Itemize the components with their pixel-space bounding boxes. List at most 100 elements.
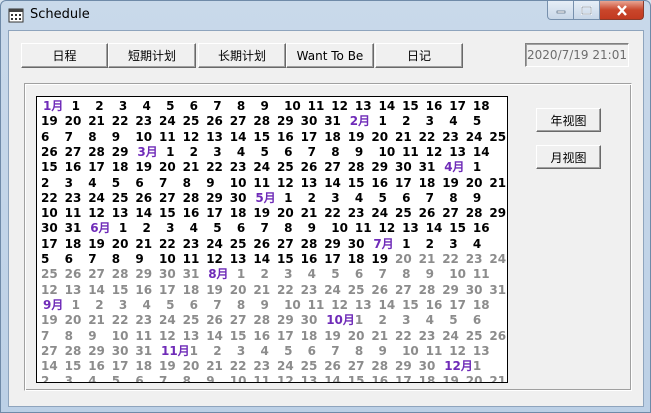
day-cell[interactable]: 26 [253,237,277,252]
year-view-button[interactable]: 年视图 [536,108,601,132]
day-cell[interactable]: 17 [449,298,473,313]
day-cell[interactable]: 9 [260,298,284,313]
day-cell[interactable]: 3 [284,267,308,282]
day-cell[interactable]: 11 [308,99,332,114]
day-cell[interactable]: 26 [419,206,443,221]
day-cell[interactable]: 10 [159,252,183,267]
day-cell[interactable]: 28 [371,359,395,374]
day-cell[interactable]: 12 [41,283,65,298]
day-cell[interactable]: 2 [378,313,402,328]
day-cell[interactable]: 8 [402,267,426,282]
tab-short-term-plan[interactable]: 短期计划 [108,43,196,68]
day-cell[interactable]: 25 [183,313,207,328]
day-cell[interactable]: 11 [355,221,379,236]
day-cell[interactable]: 24 [277,359,301,374]
day-cell[interactable]: 15 [449,221,473,236]
day-cell[interactable]: 28 [65,344,89,359]
day-cell[interactable]: 25 [183,114,207,129]
day-cell[interactable]: 2 [41,374,65,382]
day-cell[interactable]: 13 [65,283,89,298]
day-cell[interactable]: 31 [183,267,207,282]
day-cell[interactable]: 1 [402,237,426,252]
day-cell[interactable]: 29 [277,313,301,328]
day-cell[interactable]: 3 [237,344,261,359]
day-cell[interactable]: 13 [112,206,136,221]
day-cell[interactable]: 22 [395,329,419,344]
title-bar[interactable]: Schedule [1,1,650,29]
day-cell[interactable]: 12 [206,252,230,267]
day-cell[interactable]: 5 [260,145,284,160]
day-cell[interactable]: 9 [308,221,332,236]
day-cell[interactable]: 25 [277,160,301,175]
day-cell[interactable]: 12 [426,145,450,160]
tab-want-to-be[interactable]: Want To Be [286,43,374,68]
day-cell[interactable]: 12 [331,99,355,114]
day-cell[interactable]: 3 [65,374,89,382]
day-cell[interactable]: 3 [119,99,143,114]
day-cell[interactable]: 10 [41,206,65,221]
day-cell[interactable]: 20 [183,359,207,374]
day-cell[interactable]: 3 [119,298,143,313]
day-cell[interactable]: 13 [301,374,325,382]
day-cell[interactable]: 16 [135,283,159,298]
day-cell[interactable]: 17 [449,99,473,114]
day-cell[interactable]: 28 [253,313,277,328]
day-cell[interactable]: 4 [260,344,284,359]
day-cell[interactable]: 9 [112,130,136,145]
day-cell[interactable]: 13 [183,329,207,344]
day-cell[interactable]: 29 [371,160,395,175]
day-cell[interactable]: 17 [277,329,301,344]
day-cell[interactable]: 30 [301,114,325,129]
day-cell[interactable]: 1 [190,344,214,359]
day-cell[interactable]: 29 [88,344,112,359]
day-cell[interactable]: 23 [301,283,325,298]
day-cell[interactable]: 19 [159,359,183,374]
day-cell[interactable]: 7 [213,298,237,313]
day-cell[interactable]: 3 [65,176,89,191]
day-cell[interactable]: 6 [135,176,159,191]
day-cell[interactable]: 18 [324,130,348,145]
day-cell[interactable]: 24 [159,114,183,129]
day-cell[interactable]: 16 [371,176,395,191]
day-cell[interactable]: 25 [230,237,254,252]
day-cell[interactable]: 9 [206,176,230,191]
day-cell[interactable]: 16 [183,206,207,221]
day-cell[interactable]: 8 [284,221,308,236]
day-cell[interactable]: 14 [230,130,254,145]
day-cell[interactable]: 7 [308,145,332,160]
day-cell[interactable]: 13 [473,344,497,359]
day-cell[interactable]: 1 [378,114,402,129]
day-cell[interactable]: 7 [65,130,89,145]
day-cell[interactable]: 24 [489,252,507,267]
day-cell[interactable]: 19 [206,283,230,298]
day-cell[interactable]: 4 [308,267,332,282]
day-cell[interactable]: 26 [206,114,230,129]
day-cell[interactable]: 2 [41,176,65,191]
day-cell[interactable]: 18 [135,359,159,374]
close-button[interactable] [600,1,644,20]
day-cell[interactable]: 23 [442,130,466,145]
day-cell[interactable]: 2 [402,114,426,129]
day-cell[interactable]: 15 [41,160,65,175]
day-cell[interactable]: 23 [230,160,254,175]
day-cell[interactable]: 18 [230,206,254,221]
day-cell[interactable]: 14 [88,283,112,298]
day-cell[interactable]: 11 [253,176,277,191]
day-cell[interactable]: 27 [41,344,65,359]
day-cell[interactable]: 2 [308,191,332,206]
day-cell[interactable]: 12 [277,176,301,191]
day-cell[interactable]: 21 [253,283,277,298]
day-cell[interactable]: 12 [159,329,183,344]
day-cell[interactable]: 5 [41,252,65,267]
day-cell[interactable]: 13 [206,130,230,145]
day-cell[interactable]: 18 [348,252,372,267]
day-cell[interactable]: 8 [355,344,379,359]
day-cell[interactable]: 30 [466,283,490,298]
day-cell[interactable]: 19 [88,237,112,252]
day-cell[interactable]: 10 [449,267,473,282]
day-cell[interactable]: 15 [159,206,183,221]
tab-schedule[interactable]: 日程 [21,43,108,68]
tab-long-term-plan[interactable]: 长期计划 [198,43,286,68]
day-cell[interactable]: 22 [206,160,230,175]
day-cell[interactable]: 9 [355,145,379,160]
